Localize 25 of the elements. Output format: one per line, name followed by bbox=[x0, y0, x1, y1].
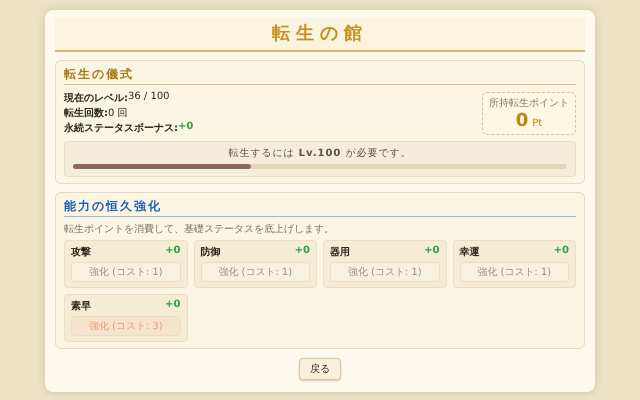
page-title: 転生の館 bbox=[55, 18, 585, 52]
back-button[interactable]: 戻る bbox=[299, 358, 341, 380]
stat-value: 0 回 bbox=[108, 107, 128, 120]
stat-bonus: +0 bbox=[165, 299, 180, 312]
stat-name: 防御 bbox=[200, 246, 220, 259]
stat-name: 攻撃 bbox=[71, 246, 91, 259]
stat-value: +0 bbox=[178, 121, 194, 134]
requirement-text: 転生するには Lv.100 が必要です。 bbox=[228, 146, 412, 160]
stat-name: 素早 bbox=[71, 300, 91, 313]
points-label: 所持転生ポイント bbox=[489, 96, 569, 110]
description-text: 転生ポイントを消費して、基礎ステータスを底上げします。 bbox=[64, 222, 335, 236]
stat-label: 転生回数: bbox=[64, 106, 108, 120]
stat-bonus: +0 bbox=[165, 245, 180, 258]
section-heading: 能力の恒久強化 bbox=[64, 198, 576, 217]
points-unit: Pt bbox=[532, 118, 542, 128]
stat-name: 幸運 bbox=[460, 246, 480, 259]
stat-bonus: +0 bbox=[424, 245, 440, 258]
stat-bonus: +0 bbox=[294, 245, 310, 258]
stat-name: 器用 bbox=[330, 246, 350, 259]
points-value: 0 bbox=[516, 110, 528, 130]
section-heading: 転生の儀式 bbox=[64, 66, 576, 85]
stat-value: 36 / 100 bbox=[128, 91, 170, 104]
stat-label: 永続ステータスボーナス: bbox=[64, 121, 178, 135]
stat-label: 現在のレベル: bbox=[64, 92, 128, 105]
stat-bonus: +0 bbox=[554, 245, 569, 258]
